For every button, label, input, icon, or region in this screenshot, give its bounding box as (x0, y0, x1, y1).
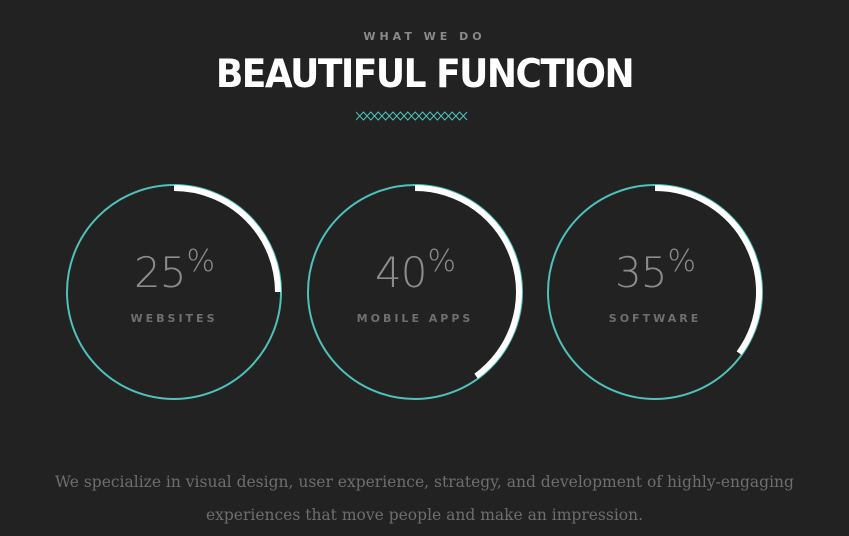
section-eyebrow: WHAT WE DO (363, 30, 486, 43)
stat-value: 40% (375, 244, 456, 297)
stat-value: 35% (615, 244, 696, 297)
stat-label: MOBILE APPS (356, 312, 474, 325)
section-title: BEAUTIFUL FUNCTION (215, 52, 635, 97)
stat-label: SOFTWARE (608, 312, 702, 325)
stat-label: WEBSITES (130, 312, 218, 325)
stat-value: 25% (134, 244, 215, 297)
zigzag-divider-icon (356, 111, 468, 121)
section-description: We specialize in visual design, user exp… (55, 472, 794, 524)
stat-websites: 25% WEBSITES (66, 184, 282, 400)
stat-software: 35% SOFTWARE (547, 184, 763, 400)
stat-mobile-apps: 40% MOBILE APPS (307, 184, 523, 400)
